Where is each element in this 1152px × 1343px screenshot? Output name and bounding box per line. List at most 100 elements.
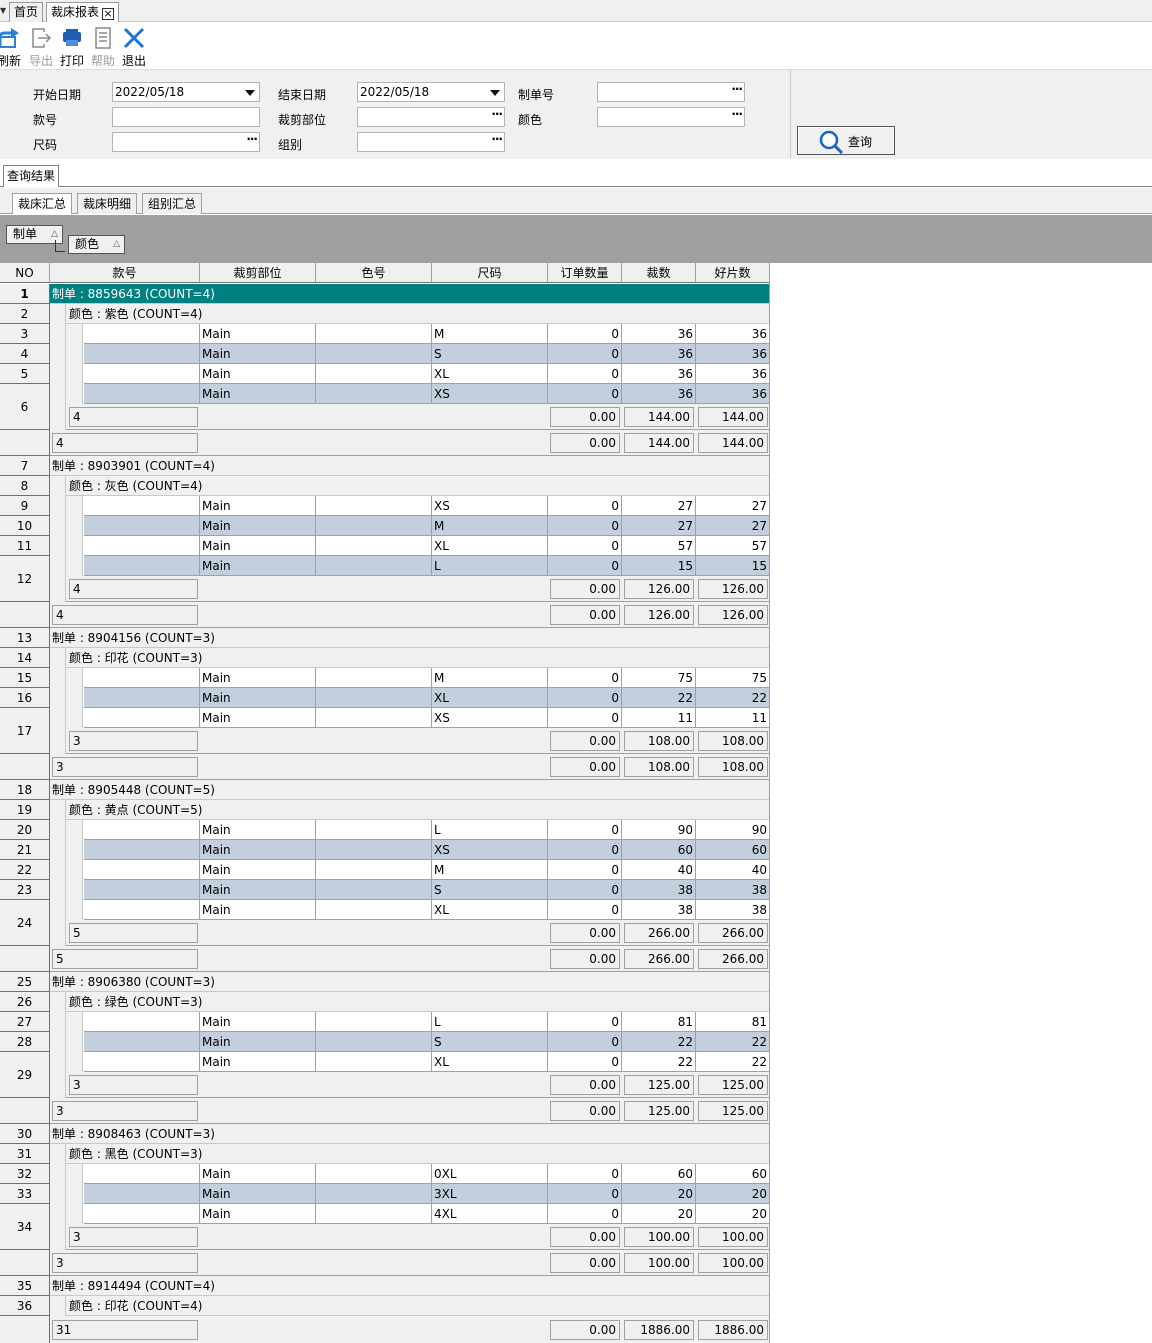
- order-qty-cell[interactable]: 0: [548, 1184, 622, 1204]
- part-cell[interactable]: Main: [200, 1052, 316, 1072]
- color-field[interactable]: ···: [597, 107, 745, 127]
- cut-qty-cell[interactable]: 22: [622, 688, 696, 708]
- table-row[interactable]: Main XL 0 38 38: [0, 900, 769, 920]
- row-number[interactable]: 36: [0, 1296, 50, 1316]
- color-group-header[interactable]: 颜色 : 紫色 (COUNT=4): [66, 304, 769, 324]
- good-qty-cell[interactable]: 15: [696, 556, 769, 576]
- chevron-down-icon[interactable]: [243, 83, 257, 101]
- color-no-cell[interactable]: [316, 860, 432, 880]
- row-number[interactable]: 35: [0, 1276, 50, 1296]
- size-cell[interactable]: XL: [432, 536, 548, 556]
- cut-qty-cell[interactable]: 20: [622, 1184, 696, 1204]
- row-number[interactable]: 1: [0, 284, 50, 304]
- color-no-cell[interactable]: [316, 1032, 432, 1052]
- good-qty-cell[interactable]: 60: [696, 840, 769, 860]
- cut-qty-cell[interactable]: 36: [622, 384, 696, 404]
- part-cell[interactable]: Main: [200, 880, 316, 900]
- color-no-cell[interactable]: [316, 364, 432, 384]
- row-number[interactable]: 13: [0, 628, 50, 648]
- group-chip-color[interactable]: 颜色 △: [68, 235, 125, 254]
- table-row[interactable]: Main XS 0 27 27: [0, 496, 769, 516]
- order-qty-cell[interactable]: 0: [548, 840, 622, 860]
- table-row[interactable]: Main XS 0 11 11: [0, 708, 769, 728]
- order-qty-cell[interactable]: 0: [548, 1032, 622, 1052]
- part-cell[interactable]: Main: [200, 516, 316, 536]
- color-group-header[interactable]: 颜色 : 绿色 (COUNT=3): [66, 992, 769, 1012]
- tab-home[interactable]: 首页: [9, 2, 44, 22]
- good-qty-cell[interactable]: 36: [696, 364, 769, 384]
- style-cell[interactable]: [84, 1184, 200, 1204]
- good-qty-cell[interactable]: 27: [696, 516, 769, 536]
- row-number[interactable]: 14: [0, 648, 50, 668]
- ellipsis-icon[interactable]: ···: [491, 130, 503, 148]
- size-cell[interactable]: S: [432, 344, 548, 364]
- table-row[interactable]: Main XL 0 22 22: [0, 688, 769, 708]
- order-qty-cell[interactable]: 0: [548, 556, 622, 576]
- style-cell[interactable]: [84, 820, 200, 840]
- good-qty-cell[interactable]: 40: [696, 860, 769, 880]
- good-qty-cell[interactable]: 20: [696, 1204, 769, 1224]
- order-qty-cell[interactable]: 0: [548, 384, 622, 404]
- cut-qty-cell[interactable]: 36: [622, 364, 696, 384]
- cut-qty-cell[interactable]: 22: [622, 1052, 696, 1072]
- part-cell[interactable]: Main: [200, 1164, 316, 1184]
- order-group-header[interactable]: 制单 : 8904156 (COUNT=3): [50, 628, 769, 648]
- good-qty-cell[interactable]: 90: [696, 820, 769, 840]
- part-cell[interactable]: Main: [200, 1204, 316, 1224]
- chevron-down-icon[interactable]: [488, 83, 502, 101]
- cut-qty-cell[interactable]: 36: [622, 344, 696, 364]
- order-qty-cell[interactable]: 0: [548, 1164, 622, 1184]
- part-cell[interactable]: Main: [200, 708, 316, 728]
- column-header-cut-qty[interactable]: 裁数: [622, 263, 696, 283]
- table-row[interactable]: Main L 0 15 15: [0, 556, 769, 576]
- size-field[interactable]: ···: [112, 132, 260, 152]
- good-qty-cell[interactable]: 38: [696, 900, 769, 920]
- row-number[interactable]: 30: [0, 1124, 50, 1144]
- good-qty-cell[interactable]: 57: [696, 536, 769, 556]
- ellipsis-icon[interactable]: ···: [491, 105, 503, 123]
- color-group-header[interactable]: 颜色 : 黑色 (COUNT=3): [66, 1144, 769, 1164]
- table-row[interactable]: Main S 0 36 36: [0, 344, 769, 364]
- close-tab-icon[interactable]: ×: [102, 8, 115, 20]
- size-cell[interactable]: 3XL: [432, 1184, 548, 1204]
- style-cell[interactable]: [84, 708, 200, 728]
- table-row[interactable]: Main XL 0 36 36: [0, 364, 769, 384]
- style-cell[interactable]: [84, 384, 200, 404]
- color-no-cell[interactable]: [316, 708, 432, 728]
- size-cell[interactable]: XS: [432, 840, 548, 860]
- row-number[interactable]: 18: [0, 780, 50, 800]
- color-group-header[interactable]: 颜色 : 印花 (COUNT=3): [66, 648, 769, 668]
- order-qty-cell[interactable]: 0: [548, 324, 622, 344]
- style-cell[interactable]: [84, 840, 200, 860]
- tab-cut-detail[interactable]: 裁床明细: [77, 193, 138, 214]
- order-group-header[interactable]: 制单 : 8859643 (COUNT=4): [50, 284, 769, 304]
- order-qty-cell[interactable]: 0: [548, 1012, 622, 1032]
- color-no-cell[interactable]: [316, 344, 432, 364]
- size-cell[interactable]: 0XL: [432, 1164, 548, 1184]
- order-group-header[interactable]: 制单 : 8908463 (COUNT=3): [50, 1124, 769, 1144]
- part-cell[interactable]: Main: [200, 860, 316, 880]
- color-no-cell[interactable]: [316, 668, 432, 688]
- order-qty-cell[interactable]: 0: [548, 688, 622, 708]
- color-no-cell[interactable]: [316, 384, 432, 404]
- color-no-cell[interactable]: [316, 1052, 432, 1072]
- order-qty-cell[interactable]: 0: [548, 668, 622, 688]
- order-qty-cell[interactable]: 0: [548, 880, 622, 900]
- part-cell[interactable]: Main: [200, 1184, 316, 1204]
- order-qty-cell[interactable]: 0: [548, 860, 622, 880]
- part-cell[interactable]: Main: [200, 344, 316, 364]
- cut-qty-cell[interactable]: 60: [622, 1164, 696, 1184]
- row-number[interactable]: 8: [0, 476, 50, 496]
- style-cell[interactable]: [84, 1164, 200, 1184]
- size-cell[interactable]: XS: [432, 708, 548, 728]
- style-no-field[interactable]: [112, 107, 260, 127]
- part-cell[interactable]: Main: [200, 900, 316, 920]
- size-cell[interactable]: M: [432, 668, 548, 688]
- tab-cut-summary[interactable]: 裁床汇总: [12, 193, 73, 214]
- cut-qty-cell[interactable]: 15: [622, 556, 696, 576]
- size-cell[interactable]: XL: [432, 900, 548, 920]
- cut-qty-cell[interactable]: 11: [622, 708, 696, 728]
- row-number[interactable]: 2: [0, 304, 50, 324]
- color-group-header[interactable]: 颜色 : 灰色 (COUNT=4): [66, 476, 769, 496]
- style-cell[interactable]: [84, 1052, 200, 1072]
